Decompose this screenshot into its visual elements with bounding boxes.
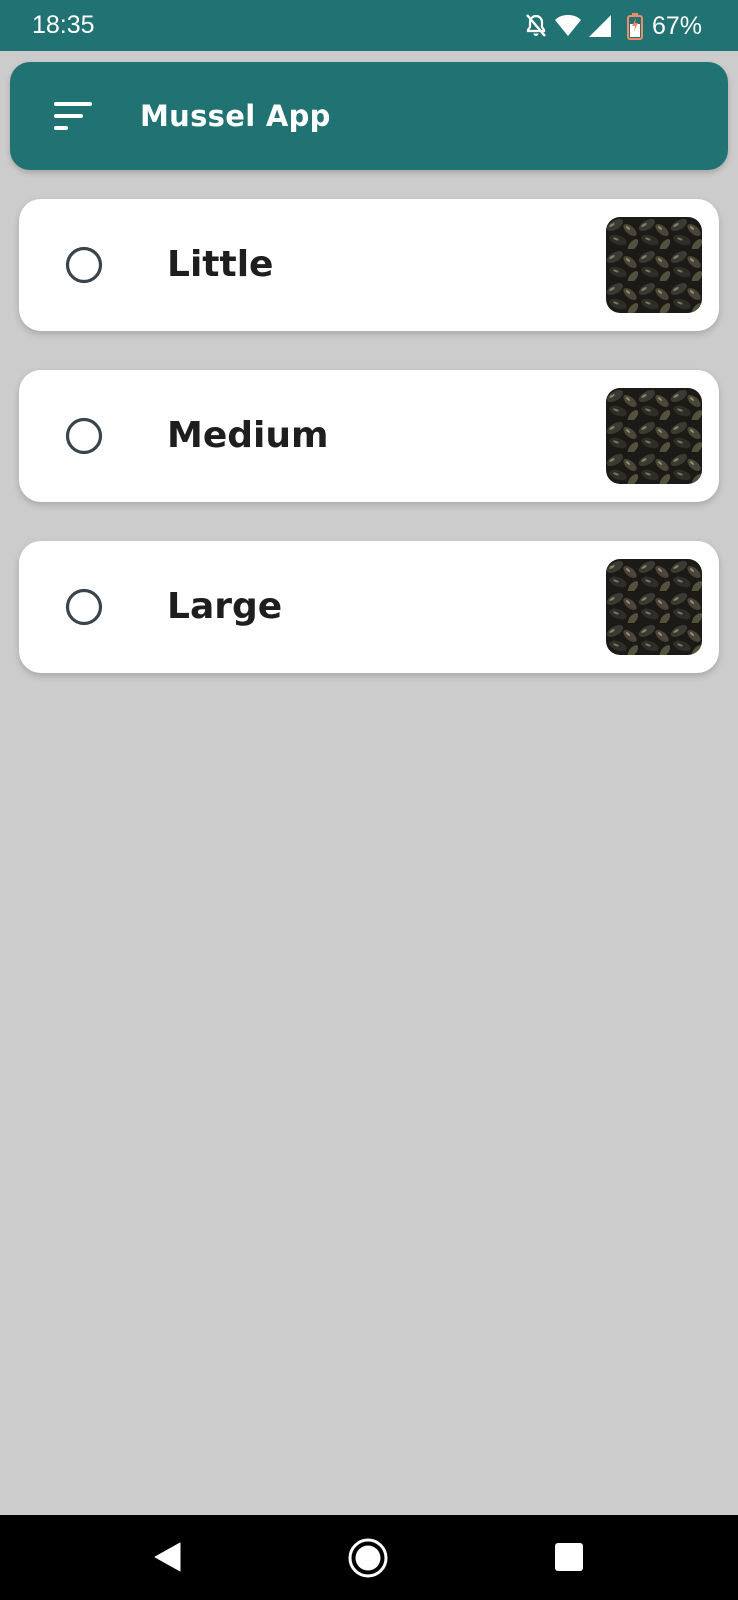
mussels-photo (606, 388, 702, 484)
option-card-little[interactable]: Little (19, 199, 719, 331)
app-bar: Mussel App (10, 62, 728, 170)
recents-icon[interactable] (554, 1542, 584, 1572)
radio-button-unchecked-icon[interactable] (65, 246, 103, 284)
cellular-signal-icon (588, 15, 611, 37)
status-icons: 67% (524, 10, 702, 42)
option-card-large[interactable]: Large (19, 541, 719, 673)
home-icon[interactable] (347, 1537, 389, 1579)
battery-percent: 67% (651, 12, 702, 40)
radio-button-unchecked-icon[interactable] (65, 588, 103, 626)
sort-menu-icon[interactable] (50, 92, 100, 142)
option-label: Medium (167, 415, 329, 456)
wifi-icon (554, 15, 581, 36)
navigation-bar (0, 1515, 738, 1600)
option-label: Large (167, 586, 283, 627)
status-time: 18:35 (32, 11, 95, 39)
status-bar: 18:35 67% (0, 0, 738, 51)
option-card-medium[interactable]: Medium (19, 370, 719, 502)
battery-charging-icon (626, 13, 643, 40)
mussels-photo (606, 217, 702, 313)
option-label: Little (167, 244, 274, 285)
radio-button-unchecked-icon[interactable] (65, 417, 103, 455)
back-icon[interactable] (150, 1539, 186, 1575)
mussels-photo (606, 559, 702, 655)
app-title: Mussel App (140, 99, 331, 133)
notifications-off-icon (526, 14, 546, 37)
